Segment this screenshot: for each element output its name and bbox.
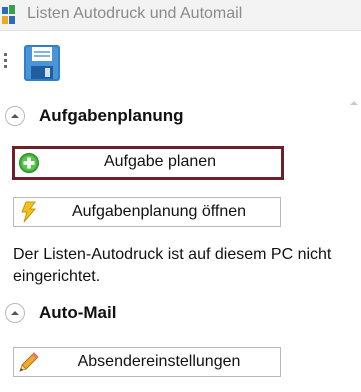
green-plus-icon (19, 153, 39, 173)
floppy-disk-icon (24, 45, 60, 81)
scroll-up-arrow-icon[interactable] (347, 96, 361, 110)
section-title: Auto-Mail (39, 303, 117, 322)
save-button[interactable] (20, 41, 64, 85)
aufgabenplanung-oeffnen-button[interactable]: Aufgabenplanung öffnen (13, 197, 281, 227)
collapse-auto-mail-button[interactable] (5, 303, 25, 323)
aufgabe-planen-button[interactable]: Aufgabe planen (12, 146, 284, 180)
section-header-auto-mail: Auto-Mail (0, 298, 340, 328)
pencil-icon (19, 352, 39, 372)
lightning-icon (21, 201, 37, 223)
toolbar-grip[interactable] (4, 53, 8, 73)
title-bar: Listen Autodruck und Automail (0, 0, 361, 31)
app-grid-icon (2, 5, 15, 24)
window-title: Listen Autodruck und Automail (27, 5, 243, 22)
button-label: Aufgabe planen (103, 153, 217, 170)
autodruck-status-text: Der Listen-Autodruck ist auf diesem PC n… (13, 246, 332, 285)
button-label: Absendereinstellungen (77, 353, 241, 370)
chevron-up-icon (11, 114, 19, 118)
chevron-up-icon (11, 311, 19, 315)
absendereinstellungen-button[interactable]: Absendereinstellungen (13, 347, 281, 377)
button-label: Aufgabenplanung öffnen (71, 203, 247, 220)
task-panel: Aufgabenplanung Aufgabe planen Aufgabenp… (0, 94, 361, 392)
collapse-aufgabenplanung-button[interactable] (5, 106, 25, 126)
section-header-aufgabenplanung: Aufgabenplanung (0, 101, 340, 131)
section-title: Aufgabenplanung (39, 106, 184, 125)
toolbar (0, 31, 361, 93)
